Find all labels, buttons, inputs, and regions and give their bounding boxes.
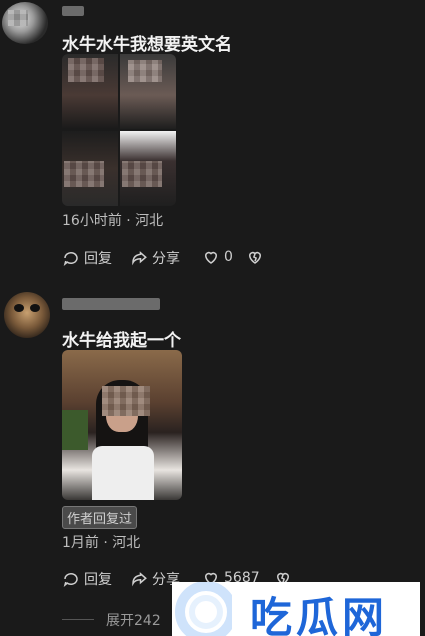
watermark-logo: 吃瓜网 (172, 582, 420, 636)
username-1-redacted[interactable] (62, 6, 84, 16)
reply-label: 回复 (84, 572, 112, 588)
comment-1-like-button[interactable]: 0 (202, 248, 233, 266)
share-label: 分享 (152, 251, 180, 267)
username-2-redacted[interactable] (62, 298, 160, 310)
broken-heart-icon (248, 251, 262, 264)
avatar-user-1[interactable] (2, 2, 48, 44)
comment-2-meta: 1月前 · 河北 (62, 535, 141, 551)
comment-bubble-icon (63, 573, 78, 588)
expand-divider-line (62, 619, 94, 620)
heart-icon (204, 251, 218, 264)
comment-2-image[interactable] (62, 350, 182, 500)
watermark-text: 吃瓜网 (250, 593, 389, 636)
comment-1-image-grid[interactable] (62, 54, 176, 206)
watermark-swirl-icon (175, 582, 232, 636)
comment-1-share-button[interactable]: 分享 (130, 248, 180, 268)
comment-1-reply-button[interactable]: 回复 (62, 248, 112, 268)
author-replied-badge: 作者回复过 (62, 506, 138, 529)
expand-replies-button[interactable]: 展开242 (106, 610, 161, 630)
share-arrow-icon (132, 572, 147, 587)
comment-1-dislike-button[interactable] (246, 248, 264, 266)
reply-label: 回复 (84, 251, 112, 267)
grid-image-2[interactable] (120, 54, 176, 129)
like-count: 0 (224, 249, 233, 265)
grid-image-4[interactable] (120, 131, 176, 206)
avatar-user-2[interactable] (4, 292, 50, 338)
grid-image-3[interactable] (62, 131, 118, 206)
comment-bubble-icon (63, 252, 78, 267)
comment-1-text: 水牛水牛我想要英文名 (62, 35, 232, 55)
comment-2-text: 水牛给我起一个 (62, 331, 181, 351)
comment-2-reply-button[interactable]: 回复 (62, 569, 112, 589)
share-arrow-icon (132, 251, 147, 266)
grid-image-1[interactable] (62, 54, 118, 129)
comment-1-meta: 16小时前 · 河北 (62, 213, 164, 229)
